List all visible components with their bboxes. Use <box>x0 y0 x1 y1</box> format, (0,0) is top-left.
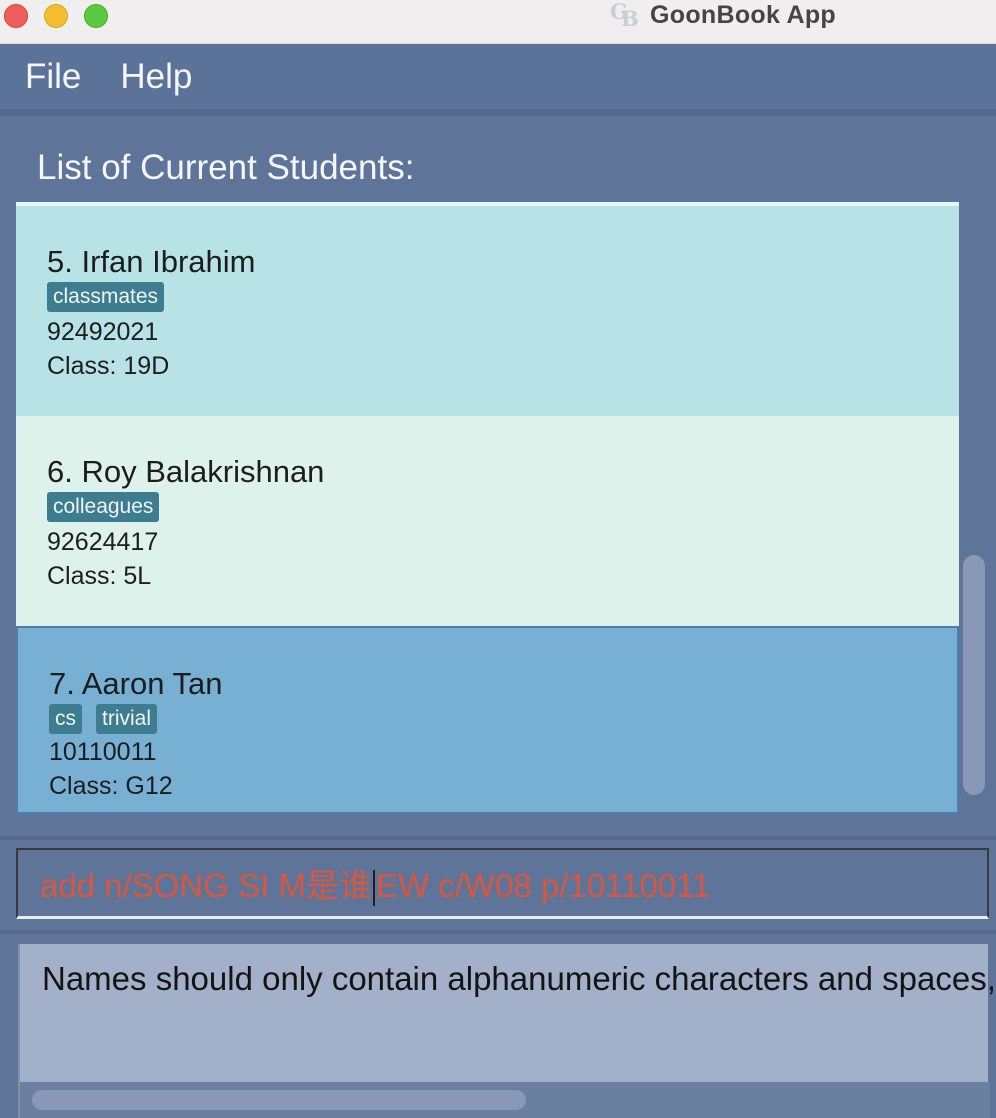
student-tag: colleagues <box>47 492 160 522</box>
command-text-before-caret: add n/SONG SI M是谁 <box>40 867 372 904</box>
student-card[interactable]: 6. Roy Balakrishnan colleagues 92624417 … <box>16 416 959 626</box>
student-tag: classmates <box>47 282 165 312</box>
student-tags: cs trivial <box>49 704 158 734</box>
student-tag: cs <box>49 704 82 734</box>
student-phone: 10110011 <box>49 738 157 766</box>
student-name: 7. Aaron Tan <box>49 666 223 701</box>
student-class: Class: 19D <box>47 352 170 380</box>
menu-file[interactable]: File <box>25 57 81 97</box>
student-card[interactable]: 5. Irfan Ibrahim classmates 92492021 Cla… <box>16 206 959 416</box>
student-name: 5. Irfan Ibrahim <box>47 244 256 279</box>
window-title-group: G B GoonBook App <box>610 0 836 31</box>
minimize-window-button[interactable] <box>44 4 68 28</box>
logo-letter-b: B <box>621 6 639 31</box>
panel-divider <box>0 930 996 934</box>
result-horizontal-scrollbar[interactable] <box>32 1090 526 1110</box>
panel-divider <box>0 836 996 840</box>
student-tags: colleagues <box>47 492 160 522</box>
result-display[interactable]: Names should only contain alphanumeric c… <box>18 944 996 1118</box>
close-window-button[interactable] <box>4 4 28 28</box>
student-tags: classmates <box>47 282 165 312</box>
result-scroll-track <box>20 1082 990 1118</box>
student-list-heading: List of Current Students: <box>37 148 415 187</box>
student-card-selected[interactable]: 7. Aaron Tan cs trivial 10110011 Class: … <box>16 626 959 814</box>
list-vertical-scrollbar[interactable] <box>963 555 985 795</box>
command-text-after-caret: EW c/W08 p/10110011 <box>375 867 711 904</box>
maximize-window-button[interactable] <box>84 4 108 28</box>
student-phone: 92624417 <box>47 528 159 556</box>
text-caret <box>372 870 375 907</box>
title-bar: G B GoonBook App <box>0 0 996 44</box>
result-message: Names should only contain alphanumeric c… <box>42 960 996 997</box>
menu-divider <box>0 109 996 116</box>
student-tag: trivial <box>96 704 158 734</box>
student-list[interactable]: 5. Irfan Ibrahim classmates 92492021 Cla… <box>16 202 959 814</box>
student-class: Class: G12 <box>49 772 173 800</box>
student-name: 6. Roy Balakrishnan <box>47 454 325 489</box>
window-title: GoonBook App <box>650 0 836 29</box>
menu-help[interactable]: Help <box>120 57 192 97</box>
app-logo-icon: G B <box>610 0 640 31</box>
command-input[interactable]: add n/SONG SI M是谁 EW c/W08 p/10110011 <box>16 848 989 919</box>
student-phone: 92492021 <box>47 318 159 346</box>
command-text: add n/SONG SI M是谁 EW c/W08 p/10110011 <box>40 859 710 907</box>
menu-bar: File Help <box>0 45 996 109</box>
student-class: Class: 5L <box>47 562 152 590</box>
